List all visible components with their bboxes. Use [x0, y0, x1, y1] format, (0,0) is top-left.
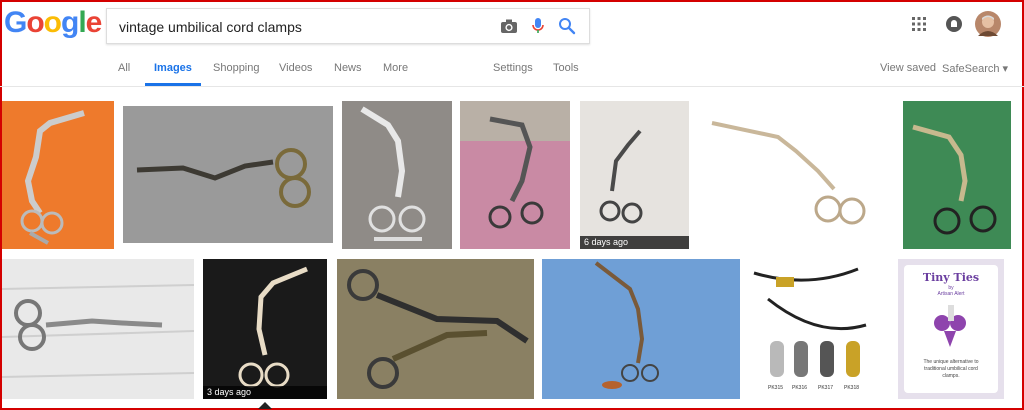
- tab-shopping[interactable]: Shopping: [213, 62, 260, 74]
- card-text: The unique alternative to: [923, 359, 979, 365]
- image-result[interactable]: [2, 259, 194, 399]
- image-result[interactable]: PK315 PK316 PK317 PK318: [748, 259, 876, 399]
- search-input[interactable]: [117, 9, 491, 45]
- result-thumbnail: PK315 PK316 PK317 PK318: [748, 259, 876, 399]
- card-text: clamps.: [942, 373, 960, 379]
- image-result[interactable]: [342, 101, 452, 249]
- result-thumbnail: [203, 259, 327, 399]
- active-tab-indicator: [145, 83, 201, 86]
- tab-images[interactable]: Images: [154, 62, 192, 74]
- product-image: [934, 305, 966, 347]
- selected-result-caret: [258, 402, 272, 409]
- card-brand: Artisan Alert: [937, 291, 965, 297]
- microphone-icon[interactable]: [528, 16, 548, 36]
- recency-badge: 3 days ago: [203, 386, 327, 399]
- image-result[interactable]: [2, 101, 114, 249]
- tools-link[interactable]: Tools: [553, 62, 579, 74]
- image-result[interactable]: [698, 101, 894, 249]
- bead-label: PK317: [818, 385, 833, 391]
- result-thumbnail: [698, 101, 894, 249]
- google-logo[interactable]: Google: [4, 6, 103, 40]
- logo-letter: o: [43, 6, 62, 39]
- tab-news[interactable]: News: [334, 62, 362, 74]
- image-result[interactable]: [903, 101, 1011, 249]
- camera-icon[interactable]: [499, 16, 519, 36]
- settings-link[interactable]: Settings: [493, 62, 533, 74]
- avatar[interactable]: [975, 11, 1001, 37]
- result-thumbnail: [460, 101, 570, 249]
- tab-more[interactable]: More: [383, 62, 408, 74]
- search-box: [106, 8, 590, 45]
- result-thumbnail: [903, 101, 1011, 249]
- bead-label: PK316: [792, 385, 807, 391]
- header: Google: [0, 0, 1024, 50]
- result-thumbnail: [2, 259, 194, 399]
- logo-letter: g: [61, 6, 79, 39]
- result-thumbnail: [580, 101, 689, 249]
- image-result[interactable]: 3 days ago: [203, 259, 327, 399]
- result-thumbnail: [337, 259, 534, 399]
- tab-videos[interactable]: Videos: [279, 62, 312, 74]
- safesearch-dropdown[interactable]: SafeSearch ▾: [942, 62, 1008, 75]
- search-icon[interactable]: [557, 16, 577, 36]
- product-card: Tiny Ties by Artisan Alert The unique al…: [904, 265, 998, 393]
- card-text: traditional umbilical cord: [924, 366, 978, 372]
- logo-letter: G: [4, 6, 27, 39]
- image-result[interactable]: Tiny Ties by Artisan Alert The unique al…: [898, 259, 1004, 399]
- tab-all[interactable]: All: [118, 62, 130, 74]
- result-thumbnail: [2, 101, 114, 249]
- image-result[interactable]: [542, 259, 740, 399]
- image-result[interactable]: [337, 259, 534, 399]
- card-title: Tiny Ties: [922, 271, 980, 284]
- bead-label: PK315: [768, 385, 783, 391]
- image-result[interactable]: [460, 101, 570, 249]
- logo-letter: o: [26, 6, 44, 39]
- logo-letter: l: [78, 6, 86, 39]
- recency-badge: 6 days ago: [580, 236, 689, 249]
- logo-letter: e: [85, 6, 103, 39]
- image-result[interactable]: [123, 106, 333, 243]
- result-thumbnail: [342, 101, 452, 249]
- bead-label: PK318: [844, 385, 859, 391]
- search-tabs: All Images Shopping Videos News More Set…: [0, 52, 1024, 87]
- result-thumbnail: [542, 259, 740, 399]
- image-result[interactable]: 6 days ago: [580, 101, 689, 249]
- notifications-icon[interactable]: [945, 15, 963, 33]
- apps-grid-icon[interactable]: [911, 16, 927, 32]
- view-saved-link[interactable]: View saved: [880, 62, 936, 74]
- result-thumbnail: [123, 106, 333, 243]
